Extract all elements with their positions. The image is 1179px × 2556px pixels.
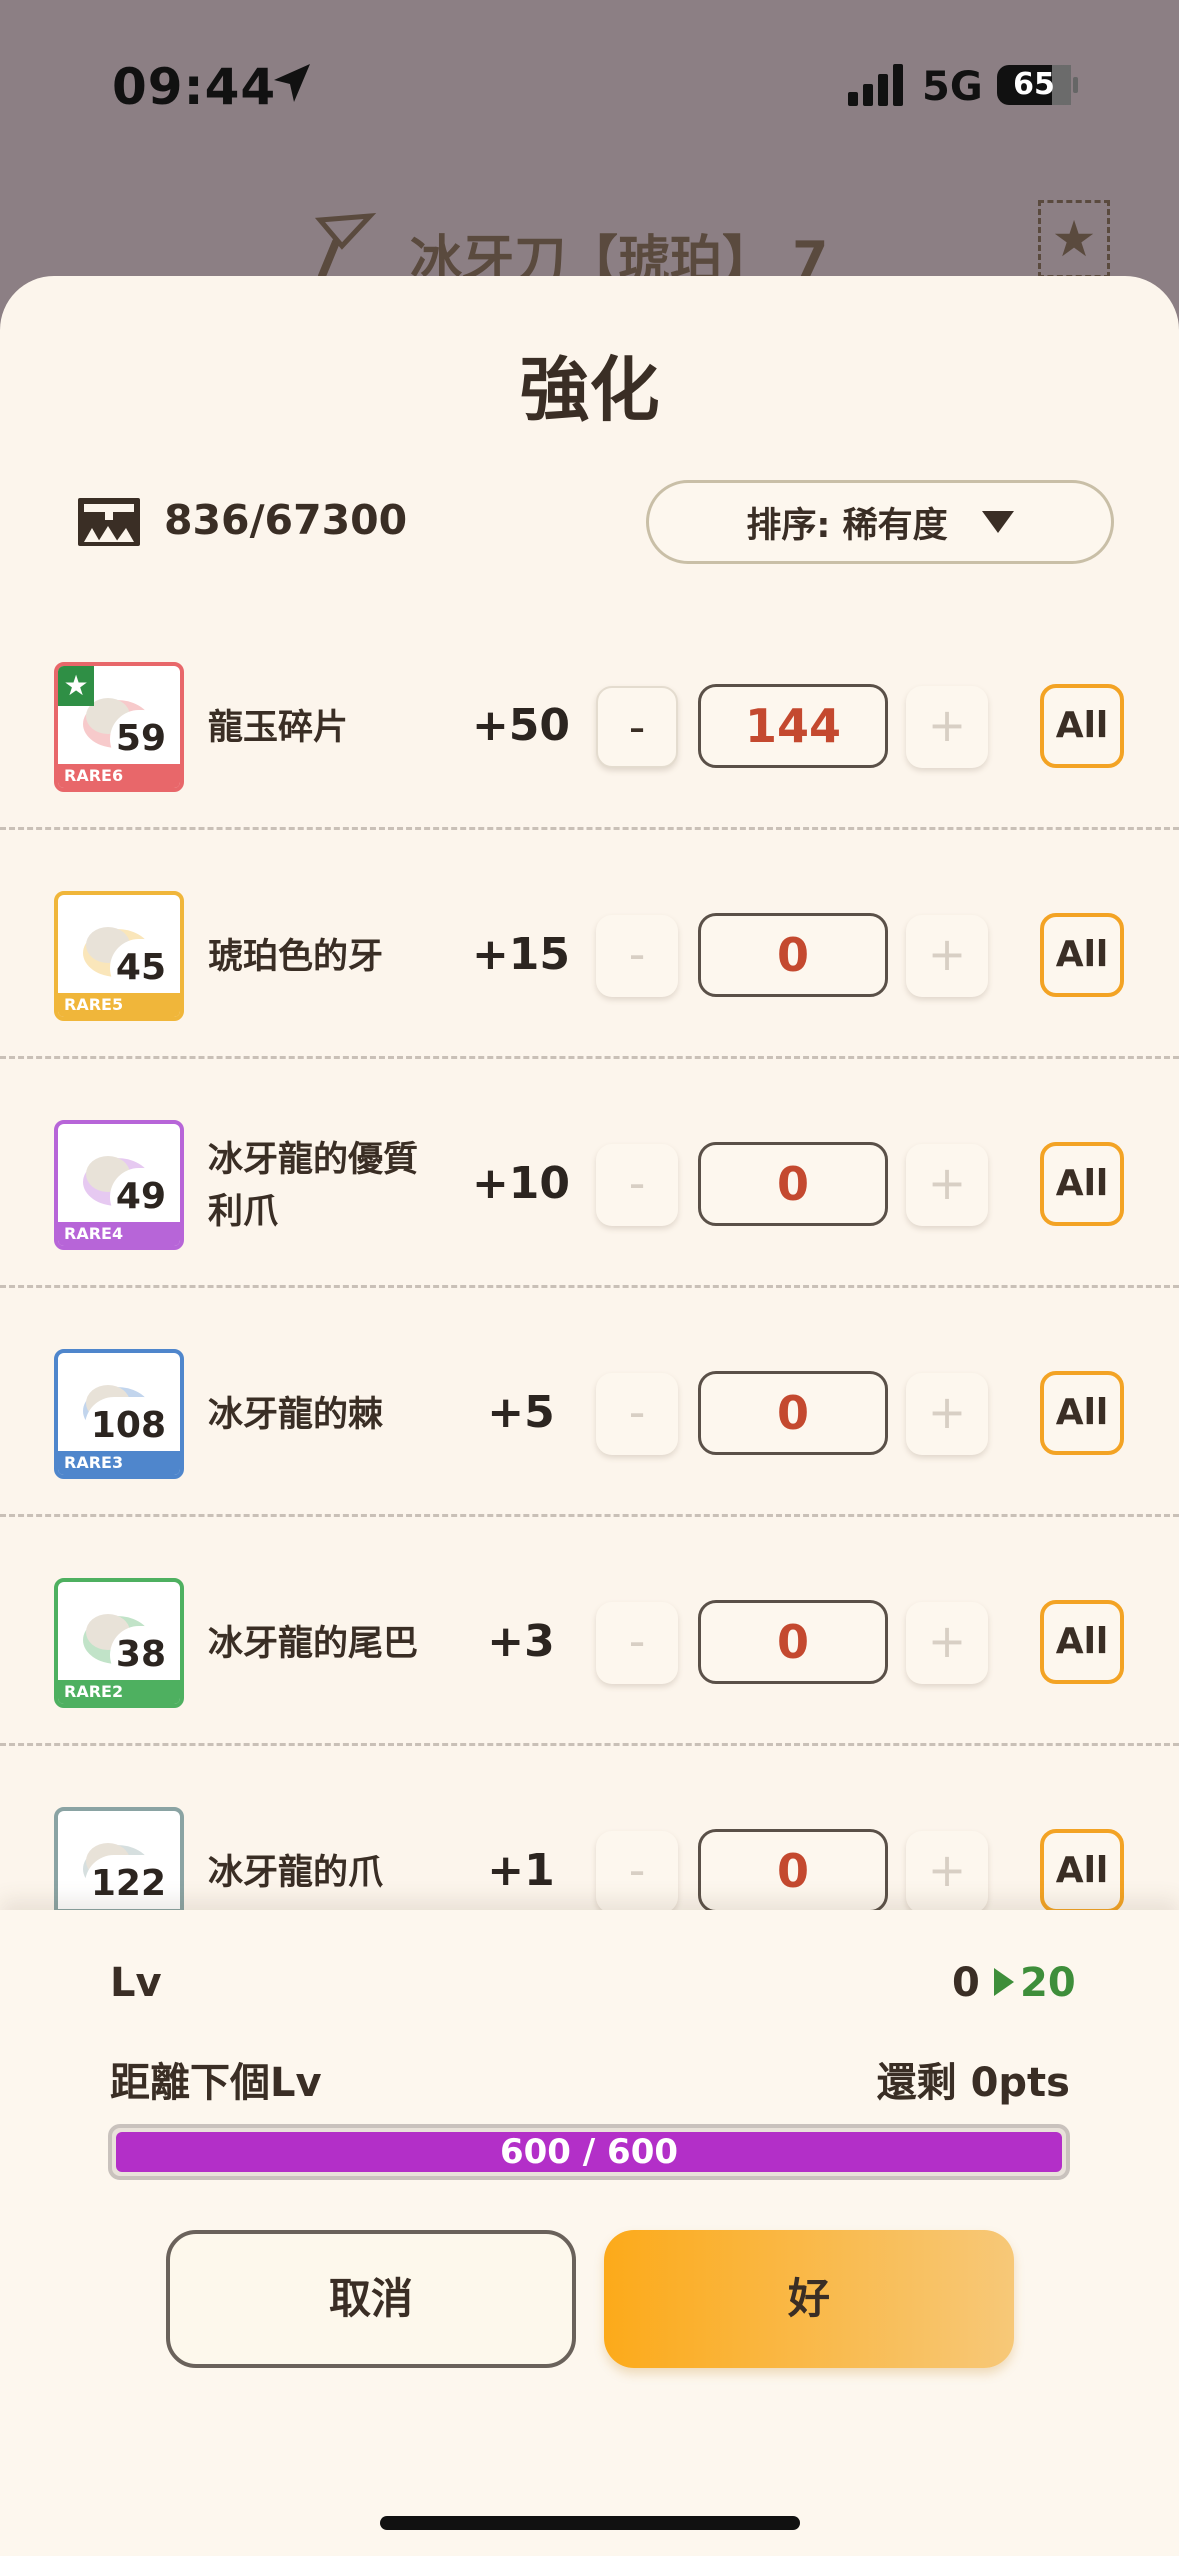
points-value: +1 [487,1845,555,1896]
increment-button[interactable]: + [906,1144,988,1226]
points-value: +3 [487,1616,555,1667]
remaining-points: 還剩 0pts [876,2060,1070,2106]
level-arrow-icon [994,1968,1014,1996]
owned-quantity: 122 [84,1855,172,1910]
decrement-button[interactable]: - [596,915,678,997]
select-all-button[interactable]: All [1040,1600,1124,1684]
increment-button[interactable]: + [906,1602,988,1684]
owned-quantity: 38 [109,1626,172,1684]
level-current: 0 [952,1960,980,2006]
material-name: 冰牙龍的尾巴 [208,1624,419,1664]
rarity-label: RARE6 [58,764,180,788]
material-name: 冰牙龍的爪 [208,1853,384,1893]
decrement-button[interactable]: - [596,1831,678,1910]
rarity-label: RARE3 [58,1451,180,1475]
ok-button[interactable]: 好 [604,2230,1014,2368]
select-all-button[interactable]: All [1040,1371,1124,1455]
decrement-button[interactable]: - [596,686,678,768]
material-row: ★ 59 RARE6 龍玉碎片 +50-144 + All [0,600,1179,830]
level-panel [0,1910,1179,2556]
material-name: 琥珀色的牙 [208,937,384,977]
home-indicator [380,2516,800,2530]
decrement-button[interactable]: - [596,1373,678,1455]
material-thumbnail[interactable]: 122RARE1 [54,1807,184,1910]
points-value: +15 [471,929,571,980]
decrement-button[interactable]: - [596,1602,678,1684]
cancel-button[interactable]: 取消 [166,2230,576,2368]
sort-label: 排序: 稀有度 [746,505,948,546]
status-time: 09:44 [112,58,277,116]
sort-dropdown[interactable]: 排序: 稀有度 [646,480,1114,564]
next-level-label: 距離下個Lv [110,2060,322,2106]
quantity-field[interactable]: 0 [698,1371,888,1455]
material-thumbnail[interactable]: ★ 59 RARE6 [54,662,184,792]
quantity-field[interactable]: 0 [698,1600,888,1684]
points-value: +10 [471,1158,571,1209]
select-all-button[interactable]: All [1040,1829,1124,1910]
increment-button[interactable]: + [906,915,988,997]
material-row: 38 RARE2 冰牙龍的尾巴 +3-0 + All [0,1516,1179,1746]
select-all-button[interactable]: All [1040,684,1124,768]
increment-button[interactable]: + [906,1373,988,1455]
material-name: 冰牙龍的棘 [208,1395,384,1435]
rarity-label: RARE4 [58,1222,180,1246]
quantity-field[interactable]: 0 [698,1142,888,1226]
material-row: 122RARE1 冰牙龍的爪 +1-0+ All [0,1745,1179,1910]
owned-quantity: 59 [109,710,172,768]
material-thumbnail[interactable]: 108 RARE3 [54,1349,184,1479]
points-value: +50 [471,700,571,751]
rarity-label: RARE2 [58,1680,180,1704]
owned-quantity: 45 [109,939,172,997]
quantity-field[interactable]: 0 [698,1829,888,1910]
material-row: 49 RARE4 冰牙龍的優質利爪 +10-0 + All [0,1058,1179,1288]
cellular-signal-icon [848,64,903,106]
rarity-label: RARE5 [58,993,180,1017]
owned-quantity: 108 [84,1397,172,1455]
owned-quantity: 49 [109,1168,172,1226]
quantity-field[interactable]: 0 [698,913,888,997]
progress-text: 600 / 600 [499,2132,679,2172]
inventory-count: 836/67300 [164,496,408,544]
battery-icon: 65 [996,64,1080,106]
quantity-field[interactable]: 144 [698,684,888,768]
select-all-button[interactable]: All [1040,913,1124,997]
star-icon[interactable]: ★ [1038,200,1110,278]
material-list[interactable]: ★ 59 RARE6 龍玉碎片 +50-144 + All 45 RARE5 琥珀色的牙 +15-0… [0,600,1179,1910]
sheet-title: 強化 [519,349,660,431]
dropdown-arrow-icon [981,511,1014,533]
increment-button[interactable]: + [906,1831,988,1910]
level-label: Lv [110,1960,162,2006]
sword-icon [314,212,377,280]
material-row: 108 RARE3 冰牙龍的棘 +5-0 + All [0,1287,1179,1517]
material-thumbnail[interactable]: 38 RARE2 [54,1578,184,1708]
material-name: 冰牙龍的優質利爪 [208,1140,419,1232]
network-type: 5G [922,64,983,110]
level-target: 20 [1020,1960,1076,2006]
storage-chest-icon [78,498,140,546]
material-row: 45 RARE5 琥珀色的牙 +15-0 + All [0,829,1179,1059]
location-arrow-icon [274,64,310,102]
battery-level: 65 [1013,67,1055,102]
increment-button[interactable]: + [906,686,988,768]
material-thumbnail[interactable]: 49 RARE4 [54,1120,184,1250]
material-name: 龍玉碎片 [208,708,349,748]
material-thumbnail[interactable]: 45 RARE5 [54,891,184,1021]
featured-star-icon: ★ [58,666,94,706]
decrement-button[interactable]: - [596,1144,678,1226]
select-all-button[interactable]: All [1040,1142,1124,1226]
points-value: +5 [487,1387,555,1438]
